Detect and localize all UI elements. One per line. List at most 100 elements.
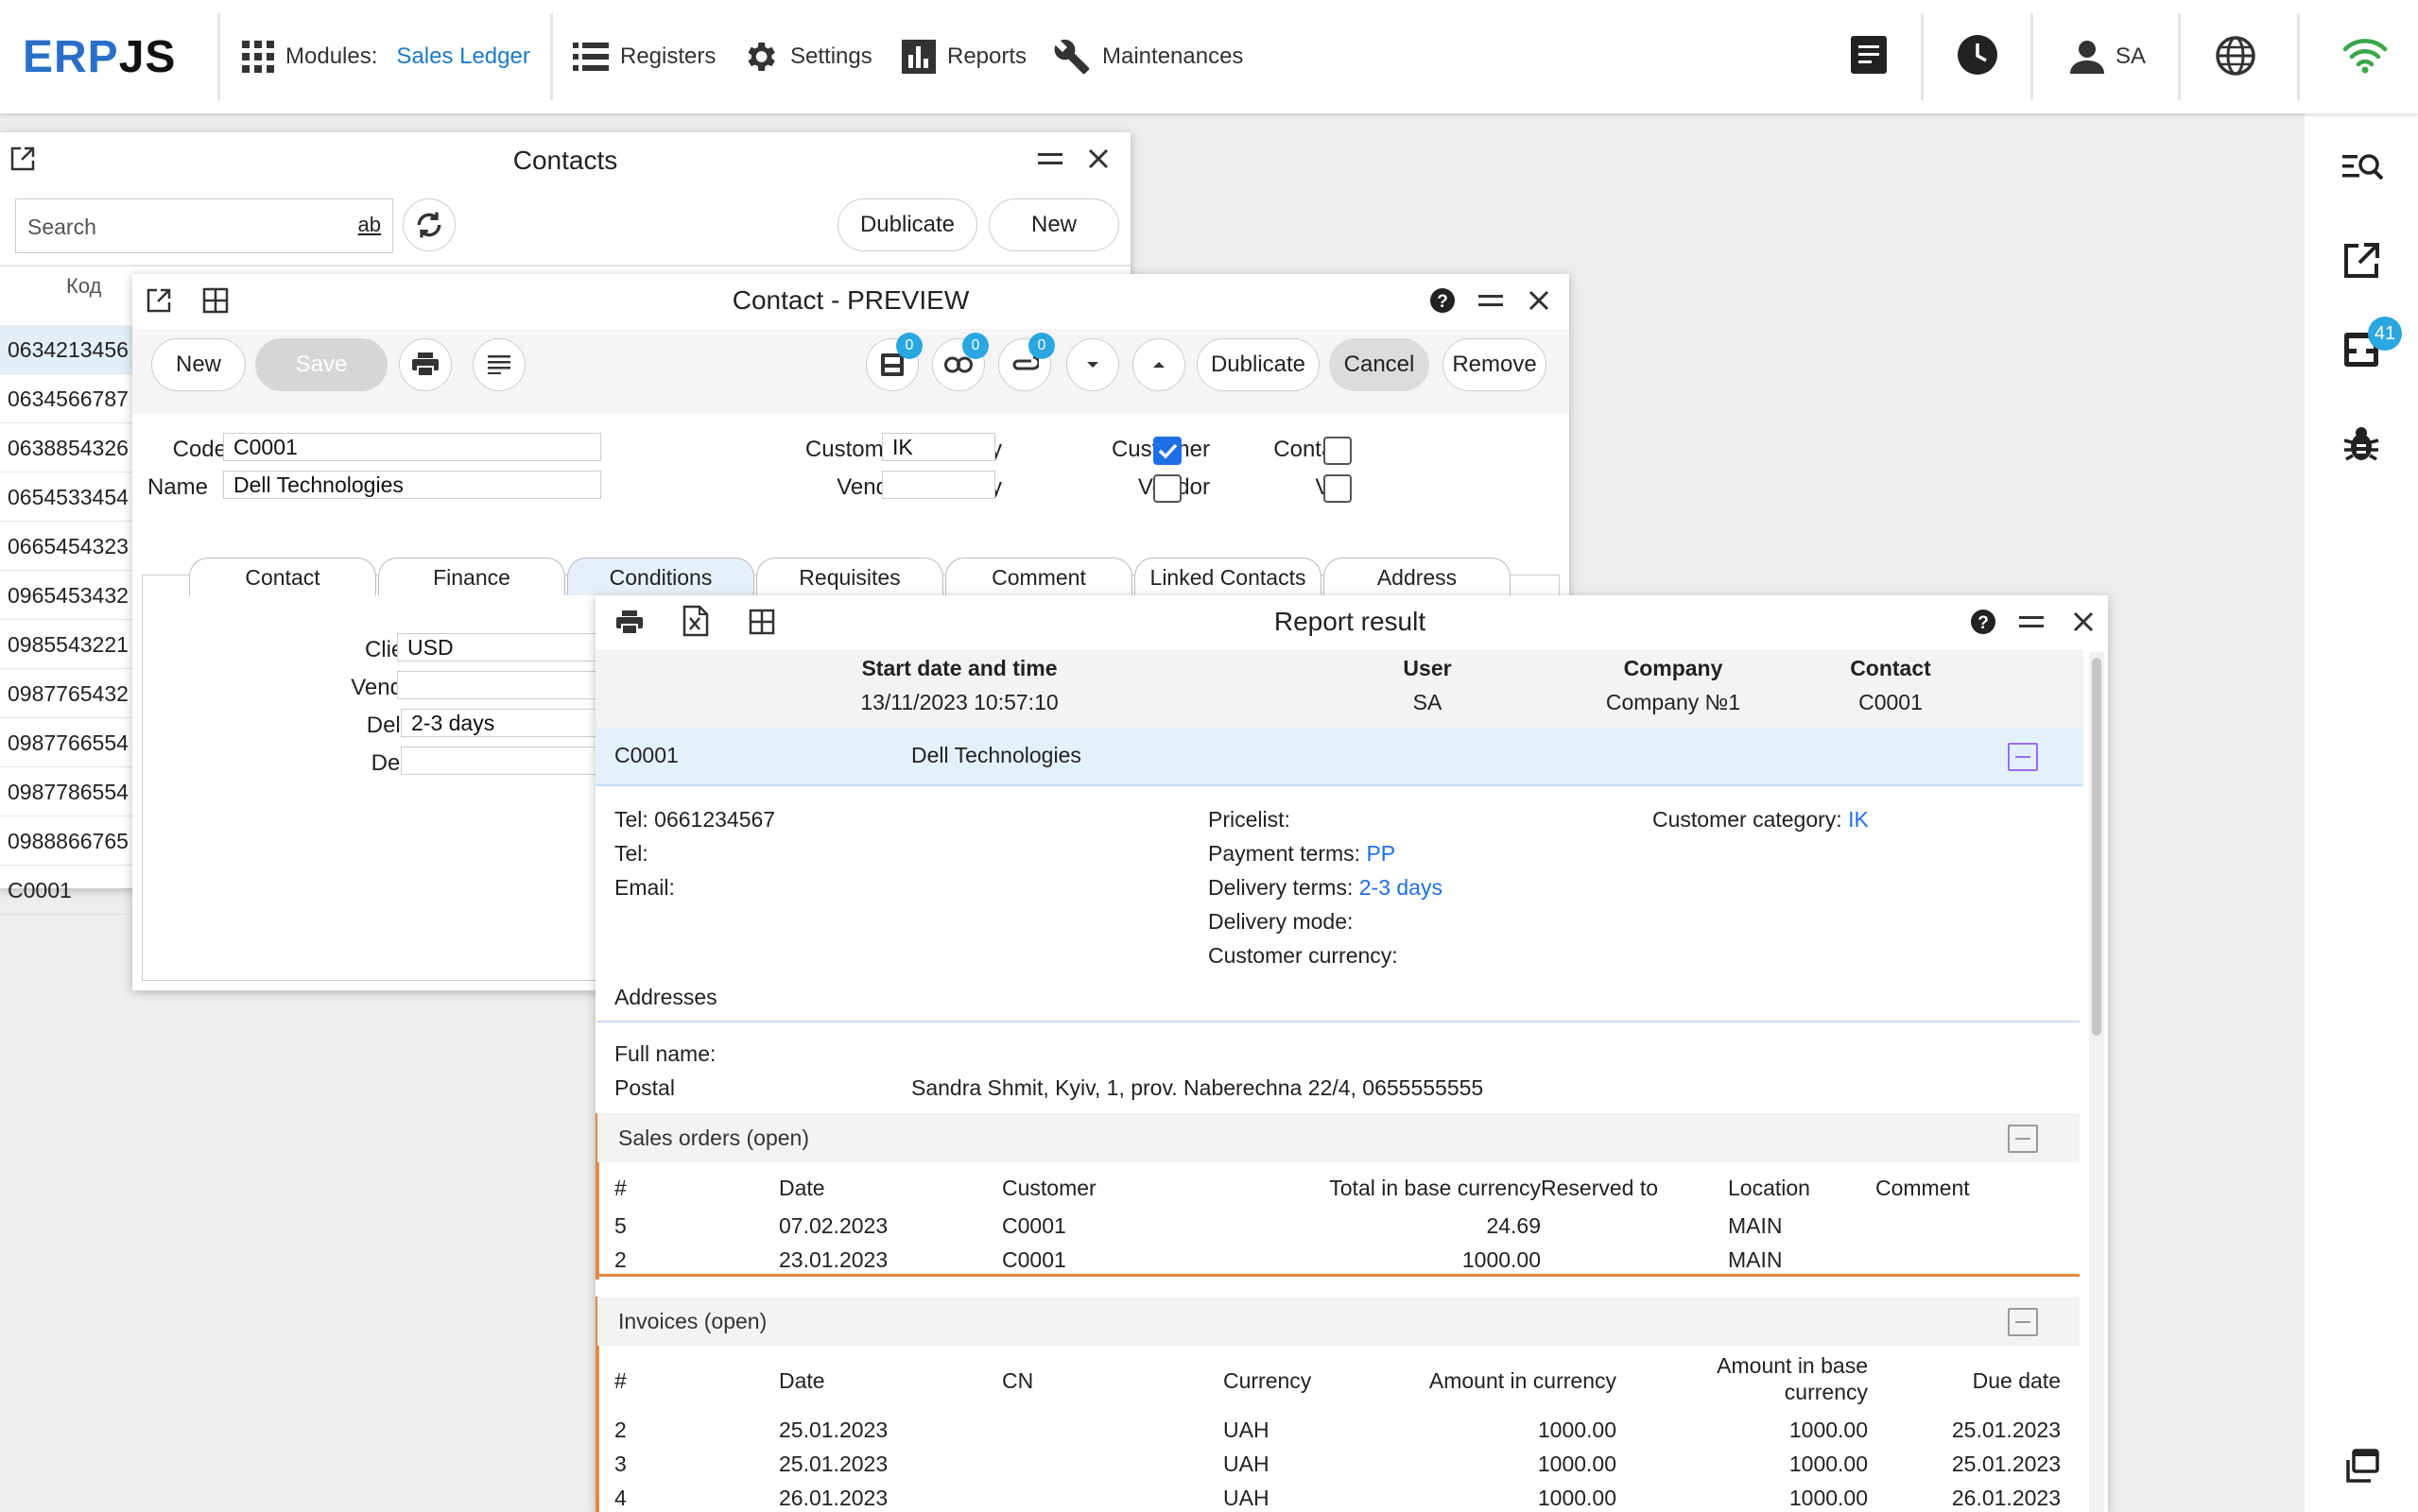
list-item[interactable]: 0634566787 (0, 374, 142, 423)
notes-button[interactable] (473, 338, 526, 391)
list-item[interactable]: 0634213456 (0, 325, 142, 374)
duplicate-button[interactable]: Dublicate (838, 198, 977, 251)
text-format-icon[interactable]: ab (358, 213, 381, 237)
list-item[interactable]: 0965453432 (0, 571, 142, 620)
vip-checkbox[interactable] (1323, 474, 1352, 503)
customer-category-field[interactable]: IK (882, 433, 995, 461)
maintenances-menu[interactable]: Maintenances (1053, 36, 1243, 77)
column-header[interactable]: Location (1728, 1176, 1810, 1201)
tab-finance[interactable]: Finance (378, 558, 565, 595)
close-icon[interactable] (1087, 147, 1110, 175)
tab-address[interactable]: Address (1323, 558, 1511, 595)
order-number-link[interactable]: 5 (614, 1213, 627, 1239)
reports-menu[interactable]: Reports (902, 36, 1027, 77)
save-button[interactable]: Save (255, 338, 388, 391)
delivery-terms-field[interactable]: 2-3 days (401, 709, 609, 737)
refresh-button[interactable] (403, 198, 456, 251)
invoice-number-link[interactable]: 4 (614, 1486, 627, 1511)
contact-name-link[interactable]: Dell Technologies (911, 743, 1081, 768)
list-item[interactable]: 0985543221 (0, 620, 142, 669)
help-icon[interactable]: ? (1970, 609, 1996, 640)
order-number-link[interactable]: 2 (614, 1247, 627, 1273)
client-currency-field[interactable]: USD (397, 633, 605, 662)
list-item[interactable]: 0987766554 (0, 718, 142, 767)
modules-menu[interactable]: Modules: Sales Ledger (242, 36, 530, 77)
invoice-number-link[interactable]: 2 (614, 1418, 627, 1443)
remove-button[interactable]: Remove (1442, 338, 1546, 391)
minimize-icon[interactable] (2019, 612, 2044, 636)
column-header[interactable]: Date (779, 1176, 825, 1201)
column-header[interactable]: Amount in currency (1333, 1368, 1616, 1394)
list-item[interactable]: 0987765432 (0, 669, 142, 718)
windows-icon[interactable] (2342, 1448, 2380, 1490)
sales-orders-header[interactable]: Sales orders (open) (597, 1113, 2080, 1162)
clock-icon[interactable] (1957, 34, 1998, 80)
settings-menu[interactable]: Settings (741, 36, 872, 77)
close-icon[interactable] (2072, 610, 2095, 638)
tab-linked-contacts[interactable]: Linked Contacts (1134, 558, 1321, 595)
column-header[interactable]: # (614, 1176, 627, 1201)
column-header[interactable]: Due date (1824, 1368, 2061, 1394)
new-button[interactable]: New (989, 198, 1119, 251)
app-logo[interactable]: ERPJS (23, 31, 176, 83)
tab-comment[interactable]: Comment (945, 558, 1132, 595)
scrollbar[interactable] (2089, 652, 2104, 1512)
invoice-number-link[interactable]: 3 (614, 1452, 627, 1477)
minimize-icon[interactable] (1478, 291, 1503, 315)
print-button[interactable] (399, 338, 452, 391)
cancel-button[interactable]: Cancel (1329, 338, 1429, 391)
help-icon[interactable]: ? (1429, 287, 1456, 318)
column-header[interactable]: Total in base currency (1257, 1176, 1541, 1201)
delivery-mode-field[interactable] (401, 747, 609, 775)
column-header[interactable]: CN (1002, 1368, 1033, 1394)
tab-contact[interactable]: Contact (189, 558, 376, 595)
list-item[interactable]: 0987786554 (0, 767, 142, 816)
customer-category-value[interactable]: IK (1848, 807, 1869, 832)
bug-icon[interactable] (2342, 425, 2380, 468)
contact-checkbox[interactable] (1323, 437, 1352, 465)
vendor-category-field[interactable] (882, 471, 995, 499)
notes-icon[interactable] (1851, 36, 1887, 78)
column-header-code[interactable]: Код (66, 274, 101, 299)
list-item[interactable]: 0988866765 (0, 816, 142, 866)
column-header[interactable]: # (614, 1368, 627, 1394)
name-field[interactable]: Dell Technologies (223, 471, 601, 499)
open-external-icon[interactable] (2342, 242, 2380, 284)
column-header[interactable]: Comment (1875, 1176, 1970, 1201)
collapse-icon[interactable] (2008, 1125, 2038, 1153)
user-menu[interactable]: SA (2070, 36, 2146, 77)
scrollbar-thumb[interactable] (2092, 658, 2101, 1036)
list-item[interactable]: 0665454323 (0, 522, 142, 571)
invoices-header[interactable]: Invoices (open) (597, 1297, 2080, 1346)
duplicate-button[interactable]: Dublicate (1197, 338, 1320, 391)
search-input[interactable]: Search ab (15, 198, 393, 253)
search-list-icon[interactable] (2342, 151, 2384, 190)
modules-value[interactable]: Sales Ledger (396, 43, 529, 70)
postal-label[interactable]: Postal (614, 1075, 675, 1101)
column-header[interactable]: Reserved to (1541, 1176, 1658, 1201)
contact-summary-row[interactable] (596, 728, 2083, 786)
minimize-icon[interactable] (1038, 149, 1062, 173)
tab-requisites[interactable]: Requisites (756, 558, 943, 595)
vendor-checkbox[interactable] (1153, 474, 1182, 503)
column-header[interactable]: Date (779, 1368, 825, 1394)
payment-terms-value[interactable]: PP (1366, 841, 1395, 866)
new-button[interactable]: New (151, 338, 246, 391)
list-item[interactable]: 0654533454 (0, 472, 142, 522)
column-header[interactable]: Customer (1002, 1176, 1097, 1201)
list-item[interactable]: C0001 (0, 866, 142, 915)
registers-menu[interactable]: Registers (573, 36, 716, 77)
customer-checkbox[interactable] (1153, 437, 1182, 465)
collapse-icon[interactable] (2008, 743, 2038, 771)
list-item[interactable]: 0638854326 (0, 423, 142, 472)
vendor-currency-field[interactable] (397, 671, 605, 699)
collapse-icon[interactable] (2008, 1308, 2038, 1336)
tab-conditions[interactable]: Conditions (567, 558, 754, 595)
globe-icon[interactable] (2216, 36, 2255, 80)
contact-code-link[interactable]: C0001 (614, 743, 679, 768)
previous-button[interactable] (1132, 338, 1185, 391)
column-header[interactable]: Currency (1223, 1368, 1311, 1394)
next-button[interactable] (1066, 338, 1119, 391)
delivery-terms-value[interactable]: 2-3 days (1359, 875, 1442, 900)
close-icon[interactable] (1528, 289, 1550, 317)
